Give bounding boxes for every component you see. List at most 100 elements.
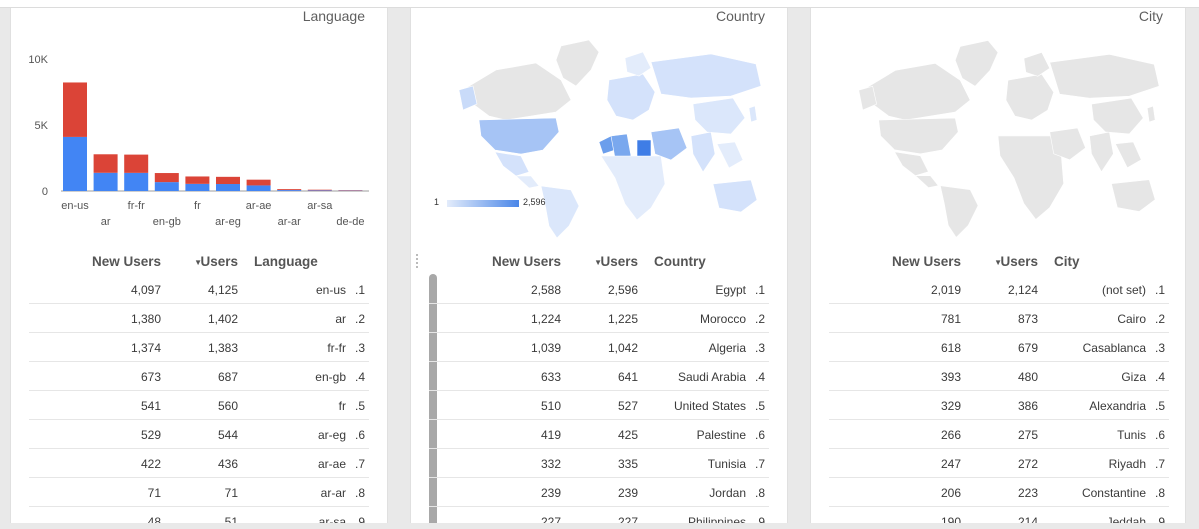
cell-new-users: 422 — [140, 457, 161, 471]
map-china — [1091, 97, 1144, 135]
header-users[interactable]: Users — [1000, 254, 1038, 269]
bar-series-1[interactable] — [246, 185, 271, 191]
table-row[interactable]: 48 51 ar-sa .9 — [29, 507, 369, 523]
map-india — [690, 131, 716, 173]
table-row[interactable]: 206 223 Constantine .8 — [829, 478, 1169, 507]
map-canada — [465, 62, 572, 121]
y-tick-label: 5K — [35, 120, 49, 132]
cell-dimension: Alexandria — [1089, 399, 1146, 413]
cell-dimension: Tunis — [1117, 428, 1146, 442]
cell-row-index: .2 — [1154, 312, 1165, 326]
x-tick-label: en-gb — [153, 216, 181, 228]
cell-row-index: .9 — [1154, 515, 1165, 523]
cell-dimension: ar-sa — [318, 515, 346, 523]
table-row[interactable]: 422 436 ar-ae .7 — [29, 449, 369, 478]
map-africa — [600, 155, 666, 221]
bar-series-2[interactable] — [185, 176, 210, 184]
cell-row-index: .6 — [1154, 428, 1165, 442]
x-tick-label: ar-ae — [246, 200, 272, 212]
cell-users: 436 — [217, 457, 238, 471]
bar-series-2[interactable] — [246, 179, 271, 186]
cell-dimension: fr — [338, 399, 346, 413]
cell-row-index: .9 — [754, 515, 765, 523]
cell-users: 480 — [1017, 370, 1038, 384]
bar-series-1[interactable] — [277, 190, 302, 191]
table-row[interactable]: 1,374 1,383 fr-fr .3 — [29, 333, 369, 362]
map-japan — [748, 105, 758, 123]
cell-row-index: .6 — [754, 428, 765, 442]
table-header: New Users ▼ Users Country — [429, 248, 769, 275]
map-greenland — [954, 40, 999, 87]
bar-series-1[interactable] — [63, 136, 87, 191]
cell-new-users: 618 — [940, 341, 961, 355]
bar-series-2[interactable] — [216, 176, 240, 185]
table-row[interactable]: 2,588 2,596 Egypt .1 — [429, 275, 769, 304]
table-row[interactable]: 329 386 Alexandria .5 — [829, 391, 1169, 420]
bar-series-2[interactable] — [277, 189, 302, 191]
bar-series-1[interactable] — [124, 172, 149, 191]
bar-series-1[interactable] — [93, 172, 118, 191]
header-users[interactable]: Users — [600, 254, 638, 269]
bar-series-2[interactable] — [124, 154, 149, 173]
table-row[interactable]: 633 641 Saudi Arabia .4 — [429, 362, 769, 391]
table-row[interactable]: 239 239 Jordan .8 — [429, 478, 769, 507]
header-new-users[interactable]: New Users — [92, 254, 161, 269]
cell-users: 1,383 — [207, 341, 238, 355]
map-japan — [1146, 105, 1156, 123]
table-row[interactable]: 529 544 ar-eg .6 — [29, 420, 369, 449]
map-central-america — [914, 175, 939, 188]
table-row[interactable]: 4,097 4,125 en-us .1 — [29, 275, 369, 304]
table-row[interactable]: 190 214 Jeddah .9 — [829, 507, 1169, 523]
map-south-america — [540, 185, 580, 238]
header-dimension[interactable]: Language — [254, 254, 318, 269]
bar-series-1[interactable] — [307, 190, 332, 191]
cell-users: 687 — [217, 370, 238, 384]
header-new-users[interactable]: New Users — [892, 254, 961, 269]
table-row[interactable]: 419 425 Palestine .6 — [429, 420, 769, 449]
bar-series-1[interactable] — [216, 184, 240, 191]
language-panel: Language 0 5K 10K en-us ar fr-fr en-gb fr ar-eg a… — [10, 8, 388, 523]
table-row[interactable]: 673 687 en-gb .4 — [29, 362, 369, 391]
table-row[interactable]: 71 71 ar-ar .8 — [29, 478, 369, 507]
drag-handle-icon[interactable] — [416, 254, 419, 268]
cell-new-users: 247 — [940, 457, 961, 471]
header-users[interactable]: Users — [200, 254, 238, 269]
cell-new-users: 1,374 — [130, 341, 161, 355]
header-dimension[interactable]: Country — [654, 254, 706, 269]
cell-users: 227 — [617, 515, 638, 523]
bar-series-2[interactable] — [307, 189, 332, 191]
header-dimension[interactable]: City — [1054, 254, 1080, 269]
cell-row-index: .8 — [754, 486, 765, 500]
table-row[interactable]: 1,039 1,042 Algeria .3 — [429, 333, 769, 362]
table-row[interactable]: 510 527 United States .5 — [429, 391, 769, 420]
x-tick-label: fr — [194, 200, 201, 212]
y-tick-label: 10K — [28, 54, 48, 66]
table-row[interactable]: 393 480 Giza .4 — [829, 362, 1169, 391]
table-row[interactable]: 227 227 Philippines .9 — [429, 507, 769, 523]
cell-users: 1,225 — [607, 312, 638, 326]
table-row[interactable]: 247 272 Riyadh .7 — [829, 449, 1169, 478]
bar-series-2[interactable] — [63, 82, 87, 137]
cell-row-index: .5 — [1154, 399, 1165, 413]
top-strip — [0, 0, 1199, 8]
country-panel: Country 1 2,596 New Users ▼ Users Countr… — [410, 8, 788, 523]
table-row[interactable]: 781 873 Cairo .2 — [829, 304, 1169, 333]
bar-series-2[interactable] — [93, 154, 118, 173]
cell-dimension: Tunisia — [707, 457, 746, 471]
table-row[interactable]: 266 275 Tunis .6 — [829, 420, 1169, 449]
table-row[interactable]: 332 335 Tunisia .7 — [429, 449, 769, 478]
table-row[interactable]: 618 679 Casablanca .3 — [829, 333, 1169, 362]
bar-series-1[interactable] — [154, 182, 179, 191]
bar-series-1[interactable] — [185, 183, 210, 191]
map-scandinavia — [1023, 52, 1051, 77]
table-row[interactable]: 1,380 1,402 ar .2 — [29, 304, 369, 333]
cell-new-users: 541 — [140, 399, 161, 413]
table-row[interactable]: 1,224 1,225 Morocco .2 — [429, 304, 769, 333]
bar-series-2[interactable] — [154, 173, 179, 183]
table-row[interactable]: 541 560 fr .5 — [29, 391, 369, 420]
table-row[interactable]: 2,019 2,124 (not set) .1 — [829, 275, 1169, 304]
header-new-users[interactable]: New Users — [492, 254, 561, 269]
cell-new-users: 48 — [147, 515, 161, 523]
cell-users: 272 — [1017, 457, 1038, 471]
x-tick-label: ar-ar — [278, 216, 302, 228]
